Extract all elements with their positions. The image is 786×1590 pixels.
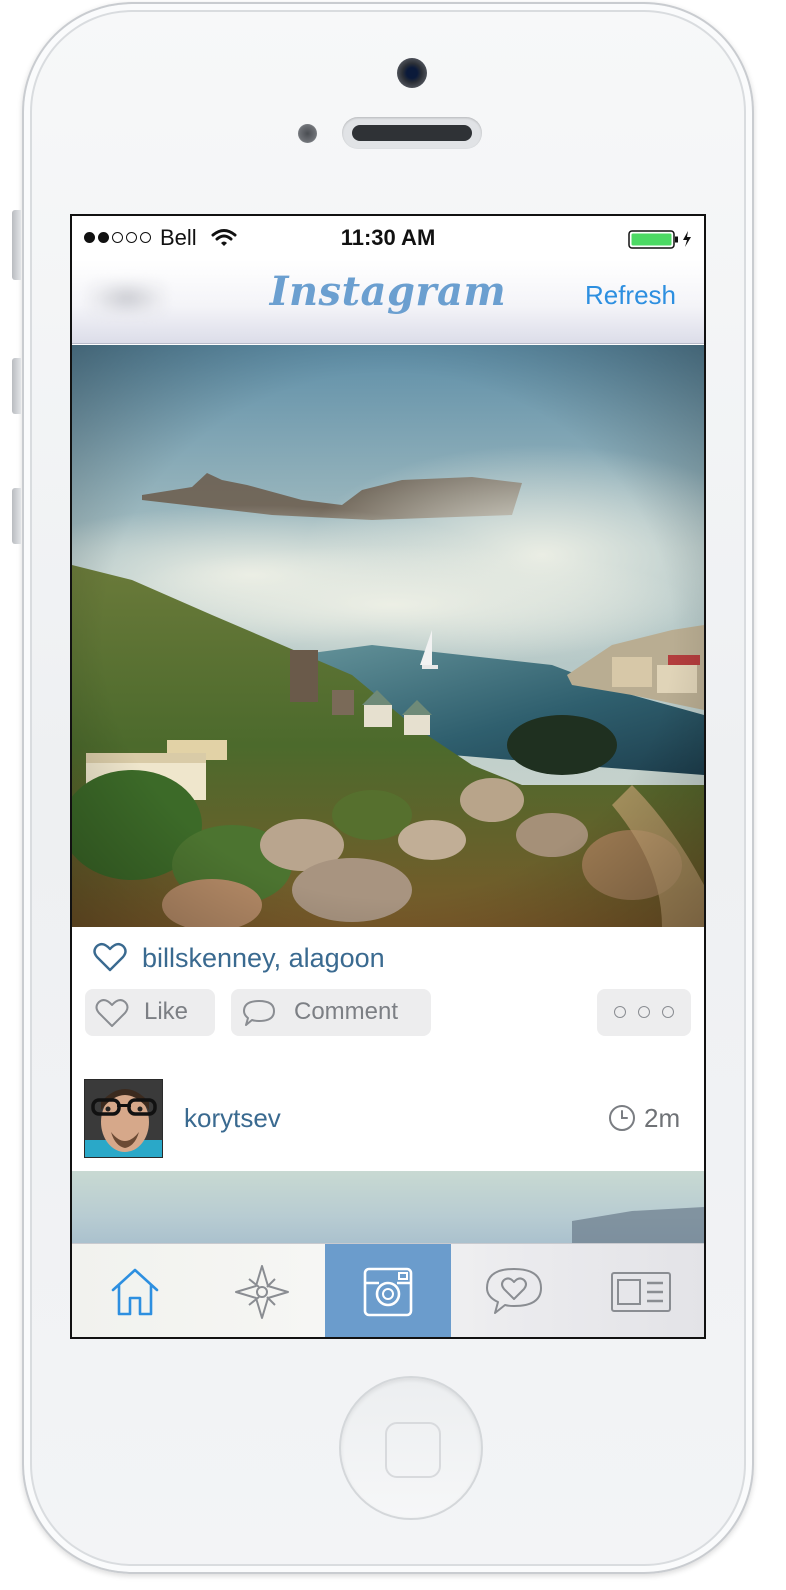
tab-activity[interactable] bbox=[451, 1244, 577, 1337]
earpiece-speaker bbox=[342, 117, 482, 149]
speech-bubble-icon bbox=[241, 998, 277, 1035]
volume-up-button bbox=[12, 358, 21, 414]
like-button[interactable]: Like bbox=[85, 989, 215, 1036]
tab-camera[interactable] bbox=[324, 1244, 452, 1337]
likes-row: billskenney, alagoon bbox=[72, 932, 704, 988]
tab-profile[interactable] bbox=[578, 1244, 704, 1337]
like-label: Like bbox=[144, 998, 189, 1025]
post-timestamp: 2m bbox=[644, 1103, 681, 1133]
mute-switch bbox=[12, 210, 21, 280]
comment-label: Comment bbox=[294, 998, 399, 1025]
ellipsis-icon bbox=[597, 1006, 691, 1018]
status-time: 11:30 AM bbox=[340, 225, 436, 250]
heart-icon bbox=[93, 942, 127, 976]
refresh-button[interactable]: Refresh bbox=[585, 280, 676, 311]
home-button[interactable] bbox=[339, 1376, 483, 1520]
clock-icon bbox=[608, 1104, 636, 1136]
battery-icon bbox=[628, 229, 694, 255]
heart-outline-icon bbox=[95, 998, 129, 1035]
tab-explore[interactable] bbox=[198, 1244, 324, 1337]
tab-bar bbox=[72, 1243, 704, 1337]
post-header: korytsev 2m bbox=[72, 1071, 704, 1171]
proximity-sensor bbox=[298, 124, 317, 143]
likes-list[interactable]: billskenney, alagoon bbox=[142, 943, 385, 974]
status-bar: Bell 11:30 AM bbox=[72, 216, 704, 260]
tab-home[interactable] bbox=[72, 1244, 198, 1337]
feed-photo[interactable] bbox=[72, 345, 704, 927]
front-camera bbox=[397, 58, 427, 88]
more-options-button[interactable] bbox=[597, 989, 691, 1036]
username[interactable]: korytsev bbox=[184, 1103, 281, 1134]
navigation-bar: Instagram Refresh bbox=[72, 260, 704, 344]
post-actions: Like Comment bbox=[72, 989, 704, 1037]
screen: Bell 11:30 AM Instagram Refresh billsken… bbox=[70, 214, 706, 1339]
volume-down-button bbox=[12, 488, 21, 544]
next-feed-photo[interactable] bbox=[72, 1171, 704, 1246]
comment-button[interactable]: Comment bbox=[231, 989, 431, 1036]
avatar[interactable] bbox=[84, 1079, 163, 1158]
